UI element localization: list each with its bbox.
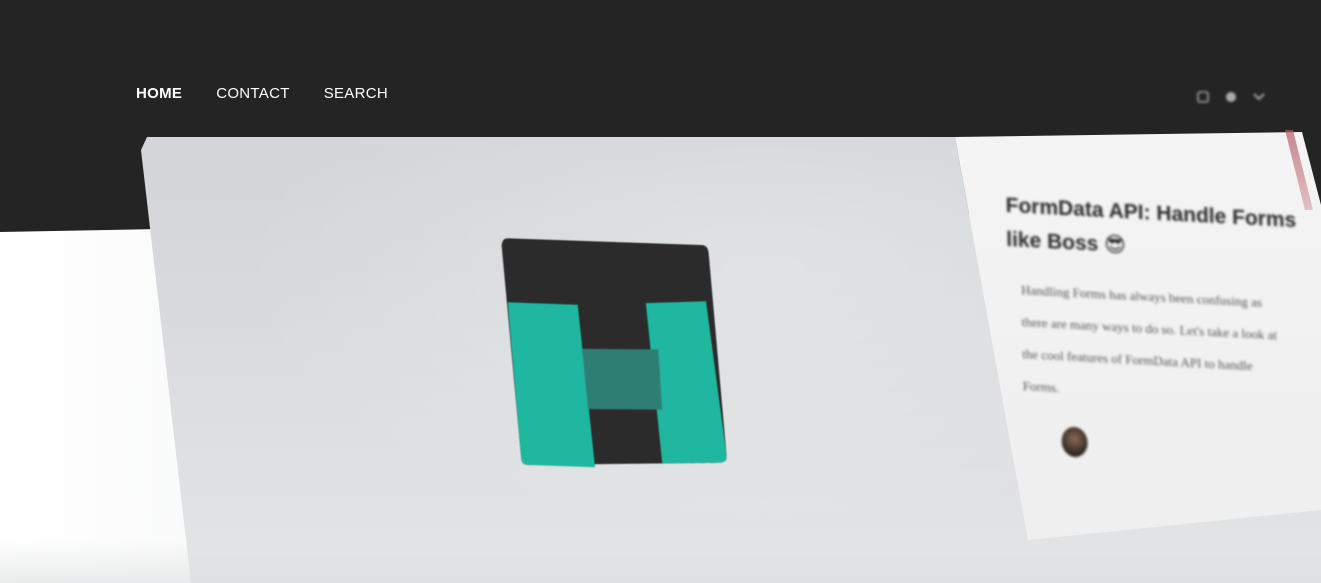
post-details: FormData API: Handle Forms like Boss 😎 H… [1005, 168, 1310, 469]
reading-time [1308, 451, 1311, 458]
post-title[interactable]: FormData API: Handle Forms like Boss 😎 [1005, 189, 1306, 273]
post-excerpt: Handling Forms has always been confusing… [1020, 281, 1278, 396]
bottom-fade [0, 540, 1321, 583]
author-avatar[interactable] [1061, 426, 1088, 458]
featured-post-card[interactable]: FormData API: Handle Forms like Boss 😎 H… [0, 0, 1321, 583]
post-logo-icon [501, 238, 727, 468]
